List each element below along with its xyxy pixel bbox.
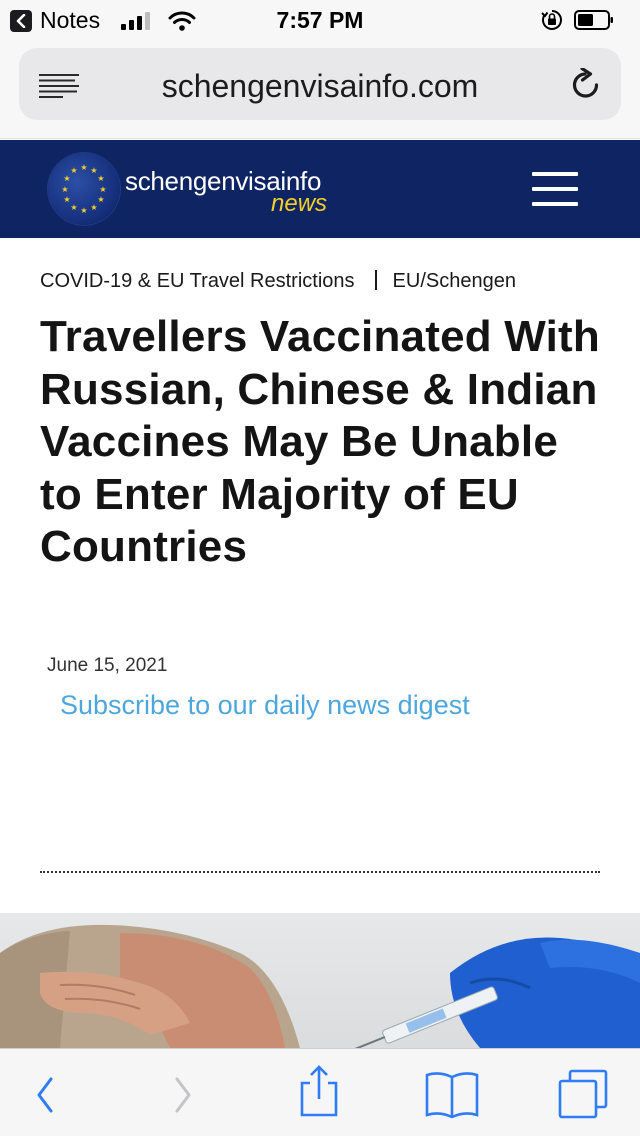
share-icon[interactable]	[284, 1049, 354, 1136]
svg-text:★: ★	[70, 166, 77, 175]
svg-text:★: ★	[97, 174, 104, 183]
eu-stars-logo-icon[interactable]: ★ ★ ★ ★ ★ ★ ★ ★ ★ ★ ★ ★	[48, 153, 120, 225]
article-hero-image	[0, 913, 640, 1048]
battery-icon	[574, 10, 613, 30]
category-link[interactable]: COVID-19 & EU Travel Restrictions	[40, 270, 355, 292]
svg-text:★: ★	[99, 185, 106, 194]
svg-text:★: ★	[63, 174, 70, 183]
bookmarks-icon[interactable]	[417, 1049, 487, 1136]
svg-text:★: ★	[97, 195, 104, 204]
breadcrumb: COVID-19 & EU Travel Restrictions EU/Sche…	[40, 270, 516, 293]
breadcrumb-divider	[374, 270, 377, 290]
url-text[interactable]: schengenvisainfo.com	[19, 68, 621, 105]
hamburger-menu-icon[interactable]	[532, 170, 578, 208]
back-icon[interactable]	[10, 1049, 80, 1136]
status-bar: Notes 7:57 PM	[0, 0, 640, 40]
address-bar[interactable]: schengenvisainfo.com	[19, 48, 621, 120]
browser-address-area: schengenvisainfo.com	[0, 40, 640, 139]
svg-text:★: ★	[61, 185, 68, 194]
region-link[interactable]: EU/Schengen	[393, 270, 516, 292]
site-header: ★ ★ ★ ★ ★ ★ ★ ★ ★ ★ ★ ★ schengenvisainfo…	[0, 140, 640, 238]
svg-text:★: ★	[63, 195, 70, 204]
svg-text:★: ★	[80, 163, 87, 172]
publish-date: June 15, 2021	[47, 655, 168, 676]
subscribe-link[interactable]: Subscribe to our daily news digest	[60, 690, 470, 721]
tabs-icon[interactable]	[550, 1049, 620, 1136]
reload-icon[interactable]	[571, 68, 603, 104]
article-title: Travellers Vaccinated With Russian, Chin…	[40, 312, 600, 571]
svg-text:★: ★	[90, 203, 97, 212]
logo-news-label[interactable]: news	[271, 190, 327, 218]
dotted-divider	[40, 871, 600, 873]
svg-text:★: ★	[80, 206, 87, 215]
svg-text:★: ★	[70, 203, 77, 212]
orientation-lock-icon	[541, 10, 562, 30]
browser-toolbar	[0, 1048, 640, 1136]
forward-icon[interactable]	[150, 1049, 220, 1136]
